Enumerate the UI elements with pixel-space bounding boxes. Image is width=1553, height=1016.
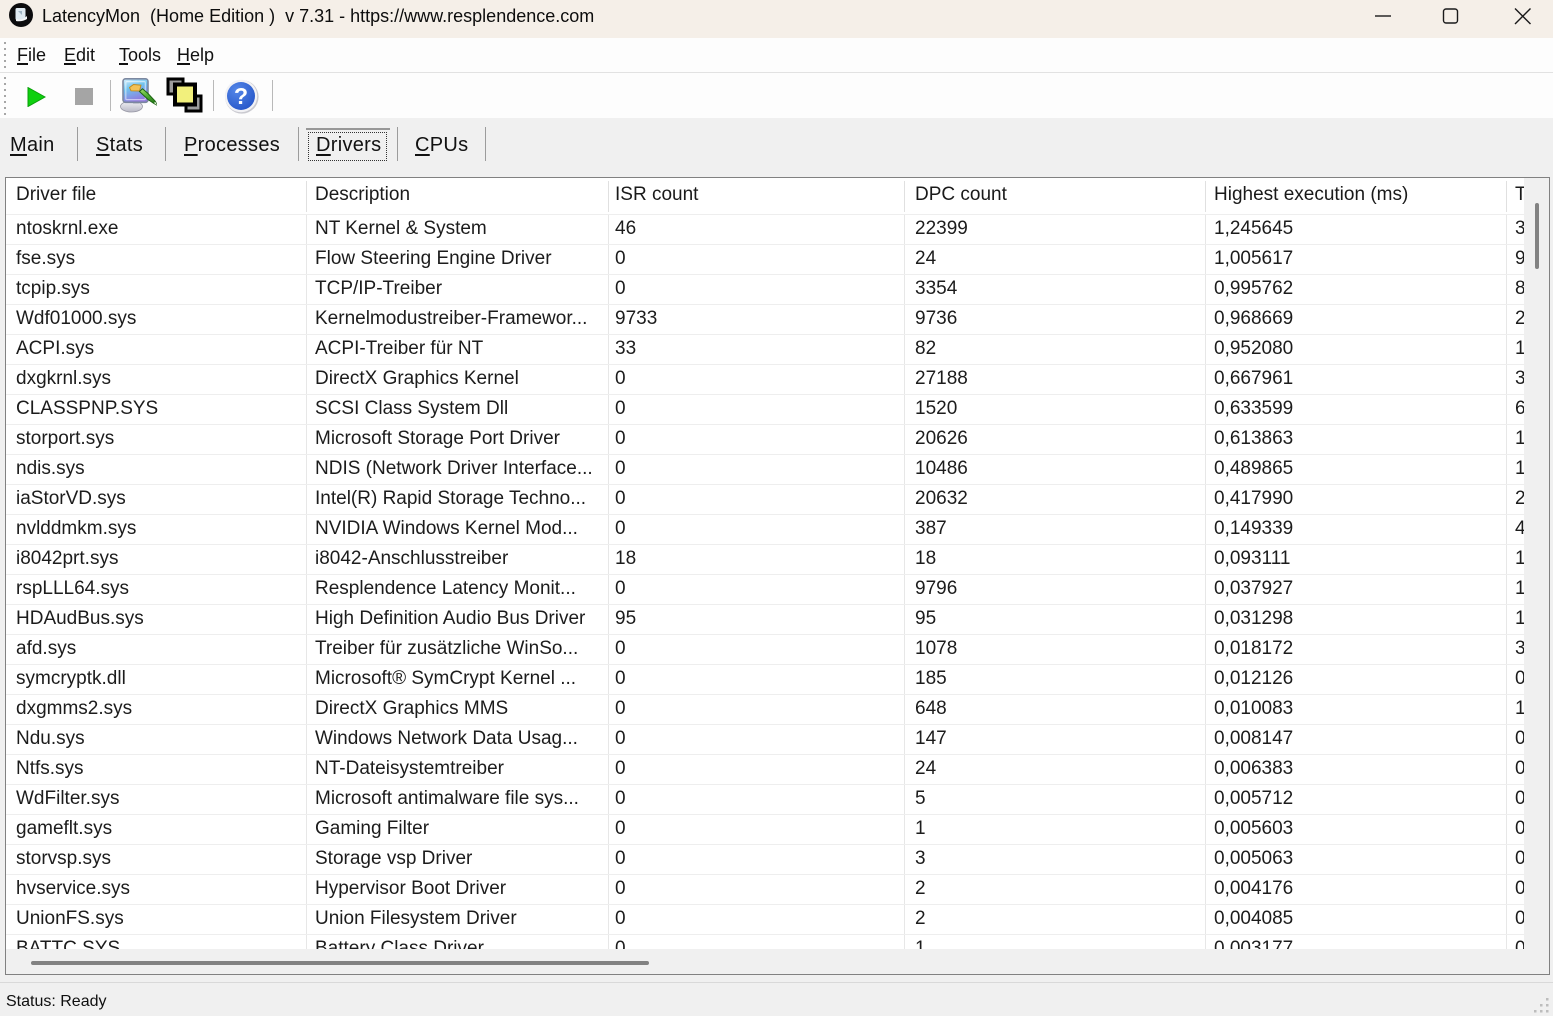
svg-text:?: ? <box>234 83 248 109</box>
